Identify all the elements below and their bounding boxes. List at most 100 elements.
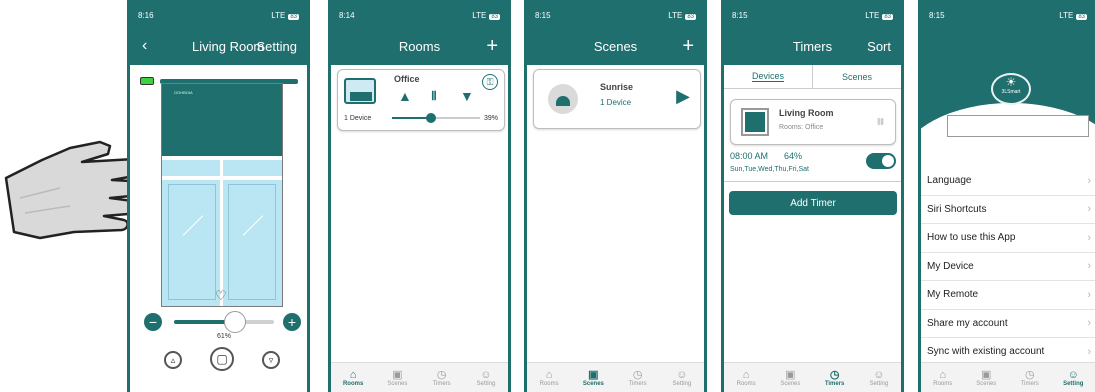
window-transom <box>162 176 282 180</box>
user-icon: ☺ <box>676 368 688 381</box>
tab-label: Timers <box>432 380 451 387</box>
sort-button[interactable]: Sort <box>867 39 891 54</box>
menu-my-device[interactable]: My Device › <box>921 253 1095 281</box>
tab-rooms[interactable]: ⌂ Rooms <box>331 363 375 392</box>
tab-setting[interactable]: ☺ Setting <box>857 363 901 392</box>
sun-shape <box>556 96 570 106</box>
menu-label: My Remote <box>927 289 979 301</box>
segment-devices[interactable]: Devices <box>724 65 813 88</box>
open-button[interactable]: ▵ <box>164 351 182 369</box>
clock-icon: ◷ <box>829 368 840 381</box>
tab-timers[interactable]: ◷ Timers <box>1008 363 1052 392</box>
room-device-count: 1 Device <box>344 115 372 122</box>
signal-label: LTE <box>472 10 487 20</box>
tab-timers[interactable]: ◷ Timers <box>813 363 857 392</box>
room-card[interactable]: Office ⚿ ▲ Ⅱ ▼ 1 Device 39% <box>337 69 505 131</box>
nav-bar: Scenes + <box>527 27 704 65</box>
link-icon: ⛓ <box>876 119 885 126</box>
tab-label: Scenes <box>387 380 408 387</box>
tab-rooms[interactable]: ⌂ Rooms <box>527 363 571 392</box>
tab-label: Rooms <box>933 380 953 387</box>
setting-button[interactable]: Setting <box>257 39 297 54</box>
status-bar: 8:16 LTE 83 <box>130 3 307 27</box>
room-slider[interactable] <box>392 113 480 123</box>
timer-device-name: Living Room <box>779 108 834 118</box>
tab-scenes[interactable]: ▣ Scenes <box>768 363 812 392</box>
tab-setting[interactable]: ☺ Setting <box>464 363 508 392</box>
favorite-heart-icon[interactable]: ♡ <box>215 288 227 304</box>
status-right: LTE 83 <box>1059 11 1087 20</box>
menu-how-to-use[interactable]: How to use this App › <box>921 224 1095 253</box>
tab-scenes[interactable]: ▣ Scenes <box>571 363 615 392</box>
plus-button[interactable]: + <box>283 313 301 331</box>
page-title: Timers <box>792 38 833 54</box>
add-room-button[interactable]: + <box>486 35 498 58</box>
battery-level: 83 <box>1076 13 1087 20</box>
menu-share-account[interactable]: Share my account › <box>921 310 1095 338</box>
timer-device-card[interactable]: Living Room Rooms: Office ⛓ <box>730 99 896 145</box>
status-time: 8:15 <box>732 10 748 20</box>
signal-label: LTE <box>865 10 880 20</box>
phone-timers: 8:15 LTE 83 Timers Sort Devices Scenes Li… <box>721 0 904 392</box>
phone-scenes: 8:15 LTE 83 Scenes + Sunrise 1 Device ▶ ⌂… <box>524 0 707 392</box>
add-scene-button[interactable]: + <box>682 35 694 58</box>
play-scene-button[interactable]: ▶ <box>676 86 690 107</box>
image-icon: ▣ <box>981 368 992 381</box>
menu-my-remote[interactable]: My Remote › <box>921 281 1095 310</box>
chevron-right-icon: › <box>1087 231 1091 244</box>
position-percent: 61% <box>217 333 232 340</box>
tab-label: Rooms <box>736 380 756 387</box>
position-slider[interactable] <box>174 311 274 333</box>
page-title: Living Room <box>192 38 265 54</box>
tab-setting[interactable]: ☺ Setting <box>1052 363 1095 392</box>
chevron-right-icon: › <box>1087 317 1091 330</box>
tab-scenes[interactable]: ▣ Scenes <box>965 363 1009 392</box>
battery-level: 83 <box>489 13 500 20</box>
menu-language[interactable]: Language › <box>921 167 1095 196</box>
status-right: LTE 83 <box>865 11 893 20</box>
slider-knob[interactable] <box>224 311 246 333</box>
blind-shade[interactable]: OOHBOIA <box>162 84 282 156</box>
status-time: 8:16 <box>138 10 154 20</box>
tab-setting[interactable]: ☺ Setting <box>660 363 704 392</box>
back-button[interactable]: ‹ <box>142 37 147 55</box>
home-icon: ⌂ <box>939 368 947 381</box>
timer-percent: 64% <box>784 151 803 161</box>
stop-button[interactable]: ▢ <box>210 347 234 371</box>
user-icon: ☺ <box>480 368 492 381</box>
tab-bar: ⌂ Rooms ▣ Scenes ◷ Timers ☺ Setting <box>331 362 508 392</box>
add-timer-button[interactable]: Add Timer <box>729 191 897 215</box>
window-mullion <box>220 160 223 306</box>
account-field[interactable] <box>947 115 1089 137</box>
tab-timers[interactable]: ◷ Timers <box>420 363 464 392</box>
tab-rooms[interactable]: ⌂ Rooms <box>724 363 768 392</box>
segment-label: Devices <box>751 71 784 82</box>
scene-card[interactable]: Sunrise 1 Device ▶ <box>533 69 701 129</box>
room-slider-fill <box>392 117 430 119</box>
settings-menu: Language › Siri Shortcuts › How to use thi… <box>921 167 1095 367</box>
room-up-button[interactable]: ▲ <box>398 88 412 104</box>
tab-timers[interactable]: ◷ Timers <box>616 363 660 392</box>
timer-toggle[interactable] <box>866 153 896 169</box>
menu-label: Siri Shortcuts <box>927 203 987 215</box>
tab-label: Timers <box>628 380 647 387</box>
tab-scenes[interactable]: ▣ Scenes <box>375 363 419 392</box>
image-icon: ▣ <box>785 368 796 381</box>
close-button[interactable]: ▿ <box>262 351 280 369</box>
menu-label: Language <box>927 175 972 187</box>
tab-rooms[interactable]: ⌂ Rooms <box>921 363 965 392</box>
signal-label: LTE <box>271 10 286 20</box>
status-right: LTE 83 <box>472 11 500 20</box>
room-down-button[interactable]: ▼ <box>460 88 474 104</box>
device-shade <box>745 112 765 132</box>
room-pause-button[interactable]: Ⅱ <box>431 89 437 103</box>
lock-icon[interactable]: ⚿ <box>482 74 498 90</box>
segment-control: Devices Scenes <box>724 65 901 89</box>
tab-label: Scenes <box>780 380 801 387</box>
menu-siri-shortcuts[interactable]: Siri Shortcuts › <box>921 196 1095 224</box>
segment-scenes[interactable]: Scenes <box>813 65 901 88</box>
room-slider-knob[interactable] <box>426 113 436 123</box>
tab-label: Setting <box>1063 380 1084 387</box>
minus-button[interactable]: − <box>144 313 162 331</box>
status-time: 8:15 <box>929 10 945 20</box>
